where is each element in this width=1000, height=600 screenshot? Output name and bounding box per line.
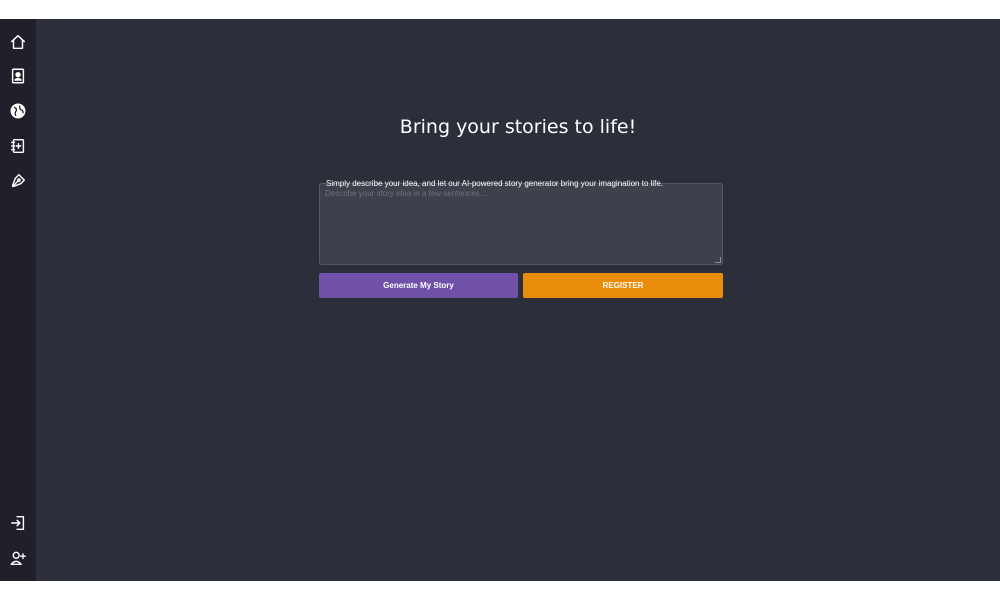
pen-tool-icon <box>11 173 26 188</box>
notebook-add-icon <box>10 138 25 154</box>
bottom-strip <box>0 581 1000 600</box>
sidebar-item-explore[interactable] <box>8 101 28 121</box>
register-button[interactable]: REGISTER <box>523 273 723 298</box>
story-idea-input[interactable] <box>325 189 717 261</box>
login-icon <box>10 515 25 531</box>
main-content: Bring your stories to life! Simply descr… <box>36 19 1000 581</box>
page-title: Bring your stories to life! <box>399 116 637 138</box>
add-user-icon <box>10 551 26 566</box>
sidebar-item-write[interactable] <box>8 171 28 191</box>
sidebar-item-profile[interactable] <box>8 66 28 86</box>
resize-handle[interactable] <box>715 257 721 263</box>
sidebar-item-signup[interactable] <box>8 548 28 568</box>
top-strip <box>0 0 1000 19</box>
sidebar-item-login[interactable] <box>8 513 28 533</box>
id-card-icon <box>11 68 25 84</box>
story-idea-box: Simply describe your idea, and let our A… <box>319 179 723 265</box>
story-idea-label: Simply describe your idea, and let our A… <box>326 179 664 188</box>
sidebar-item-home[interactable] <box>8 32 28 52</box>
generate-story-button[interactable]: Generate My Story <box>319 273 518 298</box>
app-window: Bring your stories to life! Simply descr… <box>0 19 1000 581</box>
globe-icon <box>10 103 26 119</box>
sidebar <box>0 19 36 581</box>
sidebar-item-new-story[interactable] <box>8 136 28 156</box>
home-icon <box>10 34 26 50</box>
